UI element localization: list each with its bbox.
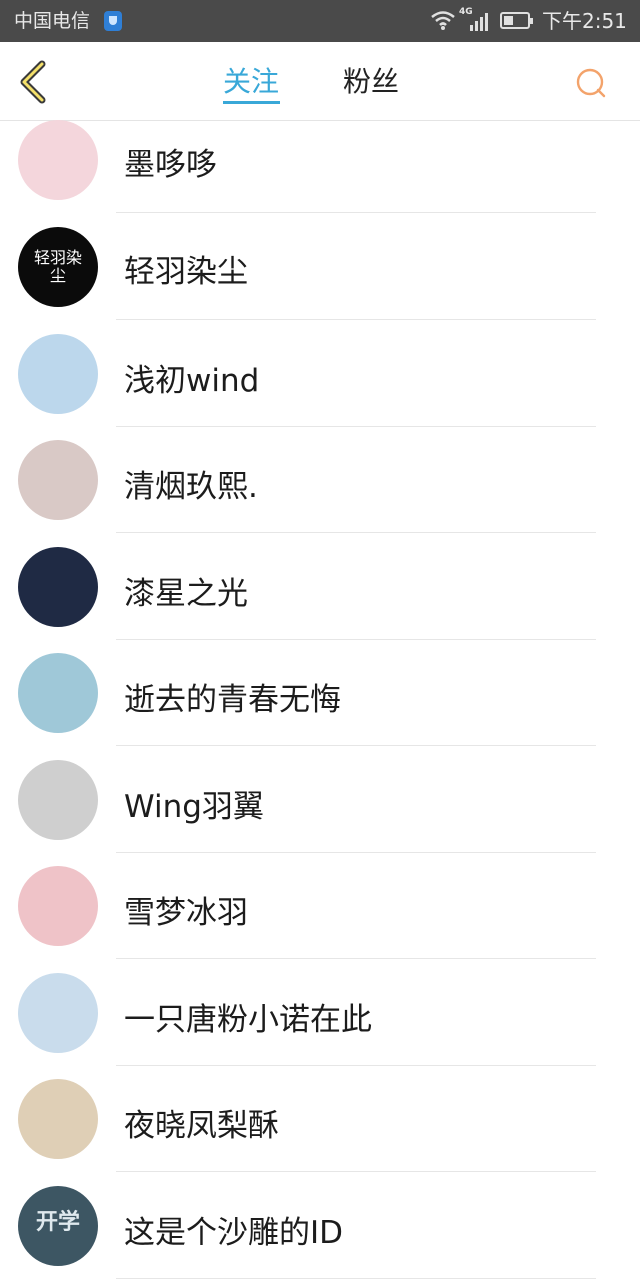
user-name: 浅初wind [124,363,260,399]
avatar[interactable]: 轻羽染尘 [18,227,98,307]
avatar[interactable] [18,973,98,1053]
tab-follow[interactable]: 关注 [223,64,279,100]
user-name: 逝去的青春无悔 [124,682,341,718]
avatar[interactable] [18,547,98,627]
user-name: 墨哆哆 [124,147,217,183]
nav-bar: 关注 粉丝 [0,42,640,121]
avatar[interactable] [18,866,98,946]
user-name: Wing羽翼 [124,789,264,825]
search-icon[interactable] [574,66,608,100]
user-name: 轻羽染尘 [124,254,248,290]
avatar[interactable] [18,120,98,200]
avatar[interactable] [18,1079,98,1159]
status-bar: 中国电信 4G 下午2:51 [0,0,640,42]
list-item[interactable]: Wing羽翼 [0,746,640,853]
avatar[interactable] [18,653,98,733]
list-item[interactable]: 夜晓凤梨酥 [0,1065,640,1172]
avatar[interactable]: 开学 [18,1186,98,1266]
wifi-icon [431,11,455,30]
divider [116,1278,596,1279]
list-item[interactable]: 开学 这是个沙雕的ID [0,1172,640,1279]
chevron-left-icon[interactable] [14,58,54,106]
list-item[interactable]: 清烟玖熙. [0,426,640,533]
list-item[interactable]: 墨哆哆 [0,120,640,228]
user-name: 漆星之光 [124,576,248,612]
active-tab-indicator [223,101,280,104]
avatar[interactable] [18,760,98,840]
avatar[interactable] [18,334,98,414]
list-item[interactable]: 浅初wind [0,320,640,427]
avatar-text: 轻羽染尘 [33,248,82,285]
clock: 下午2:51 [542,9,627,33]
user-name: 雪梦冰羽 [124,895,248,931]
battery-icon [500,12,533,29]
tab-fans[interactable]: 粉丝 [343,64,399,100]
list-item[interactable]: 逝去的青春无悔 [0,639,640,746]
avatar-text: 开学 [35,1210,80,1235]
list-item[interactable]: 一只唐粉小诺在此 [0,959,640,1066]
signal-icon [470,13,488,31]
user-name: 这是个沙雕的ID [124,1215,344,1251]
carrier-label: 中国电信 [14,10,91,32]
user-name: 夜晓凤梨酥 [124,1108,279,1144]
user-name: 清烟玖熙. [124,469,258,505]
list-item[interactable]: 漆星之光 [0,533,640,640]
security-shield-icon [104,11,122,31]
list-item[interactable]: 雪梦冰羽 [0,852,640,959]
user-name: 一只唐粉小诺在此 [124,1002,372,1038]
avatar[interactable] [18,440,98,520]
list-item[interactable]: 轻羽染尘 轻羽染尘 [0,213,640,320]
